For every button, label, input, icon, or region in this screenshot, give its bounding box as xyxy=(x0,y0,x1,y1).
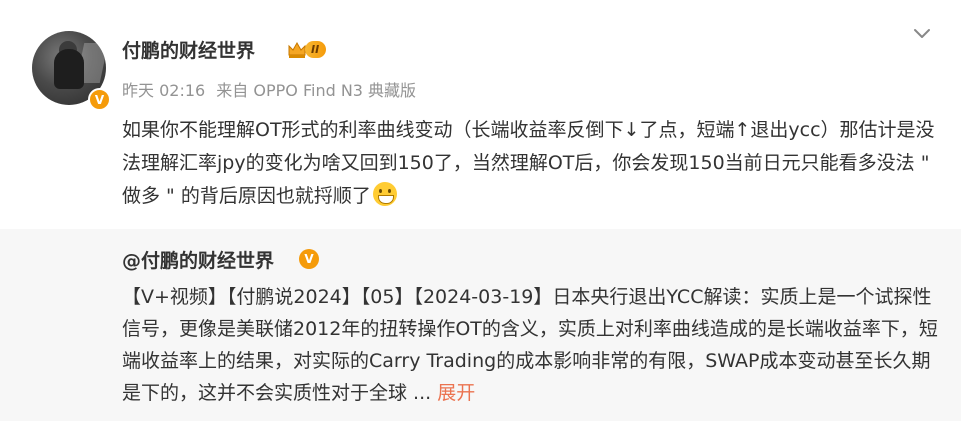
repost-text: 【V+视频】【付鹏说2024】【05】【2024-03-19】日本央行退出YCC… xyxy=(122,286,938,404)
chevron-down-icon[interactable] xyxy=(912,26,932,40)
level-badge-label: II xyxy=(305,41,327,58)
level-badge: II xyxy=(287,39,327,60)
weibo-post-card: V 付鹏的财经世界 II 昨天 02:16 来自 OPPO Find N3 典藏… xyxy=(0,0,961,421)
verified-badge-icon: V xyxy=(88,88,111,111)
grin-emoji-icon xyxy=(372,182,397,206)
author-name[interactable]: 付鹏的财经世界 xyxy=(122,36,255,63)
post-body: 如果你不能理解OT形式的利率曲线变动（长端收益率反倒下↓了点，短端↑退出ycc）… xyxy=(122,114,942,213)
repost-author[interactable]: @付鹏的财经世界 xyxy=(122,246,274,273)
repost-body: 【V+视频】【付鹏说2024】【05】【2024-03-19】日本央行退出YCC… xyxy=(122,281,947,409)
post-source: 来自 OPPO Find N3 典藏版 xyxy=(216,81,417,100)
verified-badge-icon: V xyxy=(299,249,319,269)
crown-icon xyxy=(288,41,306,58)
post-time[interactable]: 昨天 02:16 xyxy=(122,81,205,100)
post-meta: 昨天 02:16 来自 OPPO Find N3 典藏版 xyxy=(122,77,422,101)
post-text: 如果你不能理解OT形式的利率曲线变动（长端收益率反倒下↓了点，短端↑退出ycc）… xyxy=(122,119,935,207)
expand-link[interactable]: 展开 xyxy=(437,382,475,404)
reposted-content[interactable]: @付鹏的财经世界 V 【V+视频】【付鹏说2024】【05】【2024-03-1… xyxy=(0,229,961,421)
